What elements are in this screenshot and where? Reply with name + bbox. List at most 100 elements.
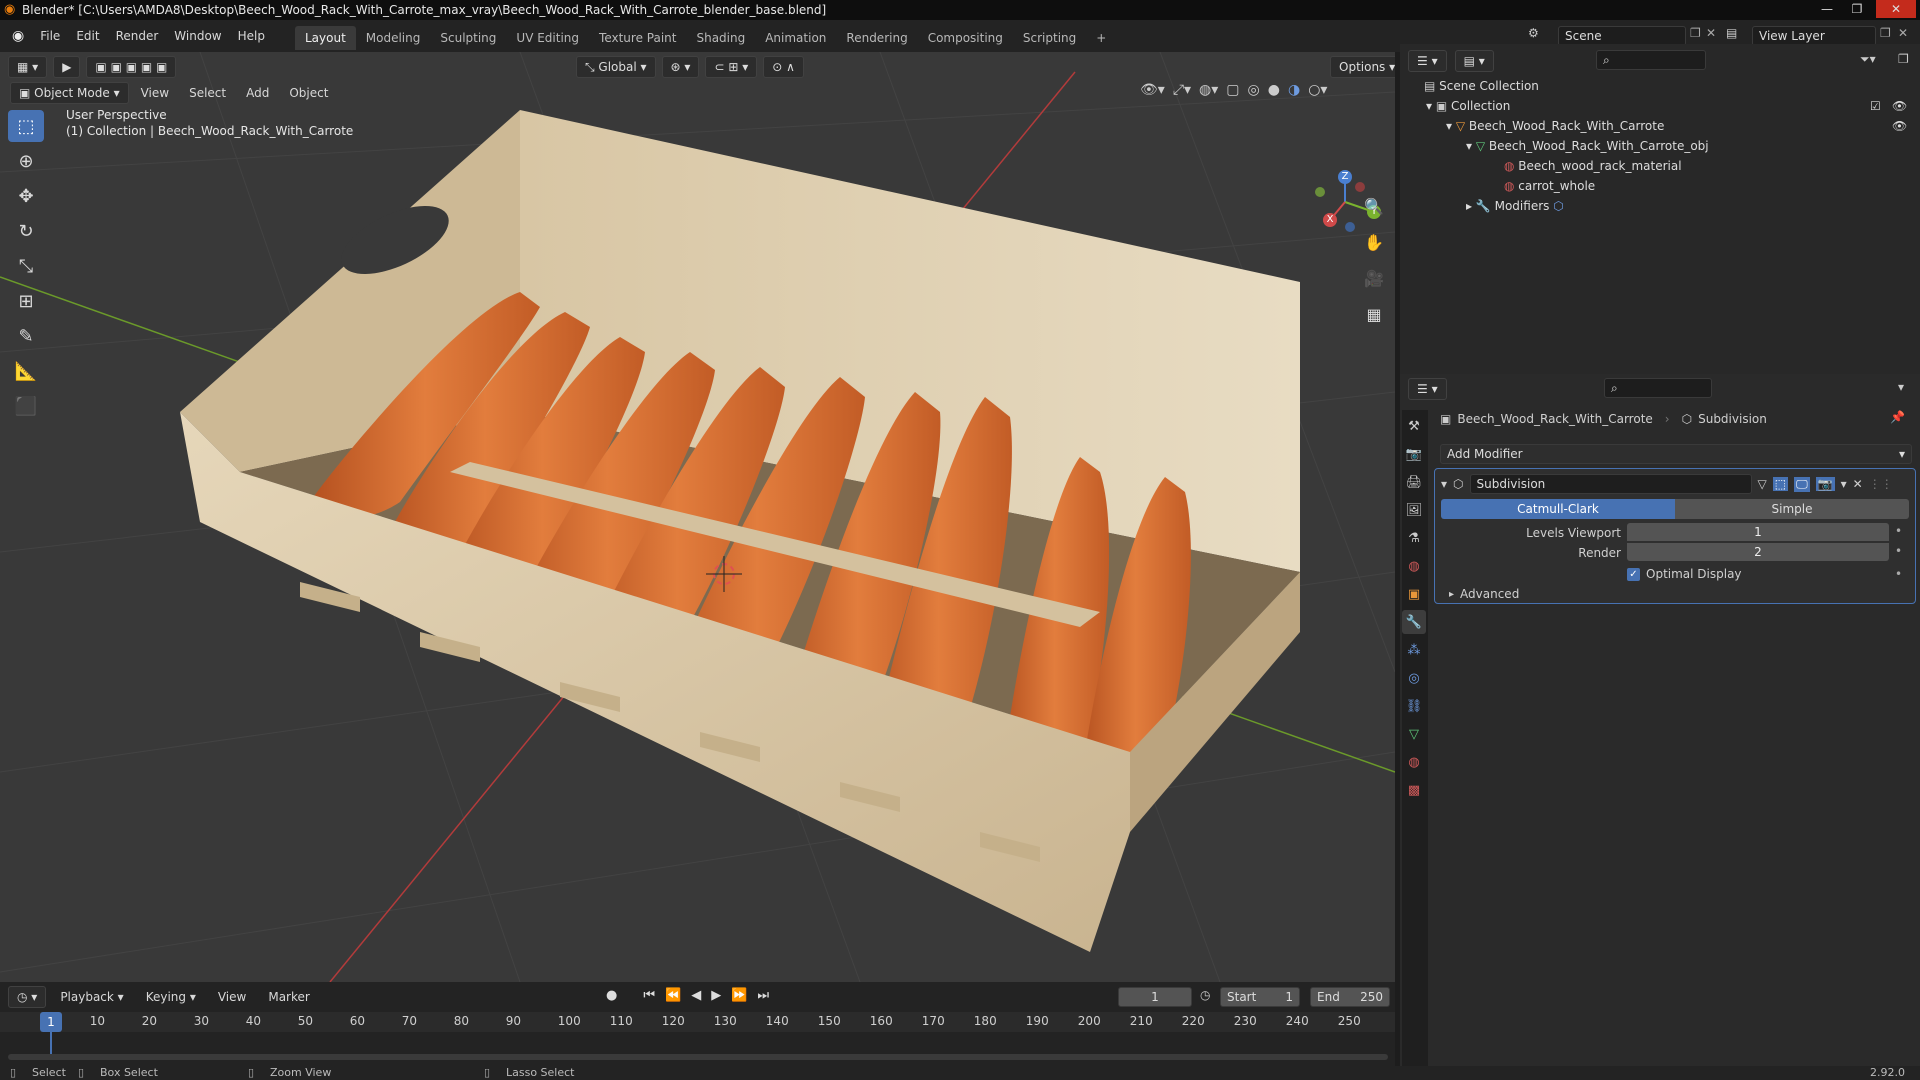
measure-tool-icon[interactable]: 📐 (8, 355, 44, 387)
pan-hand-icon[interactable]: ✋ (1360, 228, 1388, 256)
material-shading-icon[interactable]: ◑ (1288, 82, 1300, 98)
annotate-tool-icon[interactable]: ✎ (8, 320, 44, 352)
exclude-checkbox[interactable]: ☑ (1870, 96, 1881, 116)
timeline-menu-keying[interactable]: Keying ▾ (138, 986, 204, 1008)
outliner-display-mode-button[interactable]: ▤ ▾ (1454, 50, 1494, 72)
output-tab-icon[interactable]: 🖨 (1402, 470, 1426, 494)
add-cube-tool-icon[interactable]: ⬛ (8, 390, 44, 422)
tab-compositing[interactable]: Compositing (918, 26, 1013, 50)
snap-toggle[interactable]: ⊂ ⊞ ▾ (705, 56, 758, 78)
start-frame-field[interactable]: Start 1 (1220, 987, 1300, 1007)
render-levels-field[interactable]: 2 (1627, 543, 1889, 561)
close-button[interactable]: ✕ (1876, 0, 1916, 18)
timeline-editor-type-button[interactable]: ◷ ▾ (8, 986, 47, 1008)
new-view-layer-icon[interactable]: ❐ (1880, 26, 1891, 40)
end-frame-field[interactable]: End 250 (1310, 987, 1390, 1007)
menu-file[interactable]: File (32, 20, 68, 52)
delete-view-layer-icon[interactable]: ✕ (1898, 26, 1908, 40)
zoom-icon[interactable]: 🔍 (1360, 192, 1388, 220)
modifier-tab-icon[interactable]: 🔧 (1402, 610, 1426, 634)
viewport-menu-view[interactable]: View (133, 77, 177, 109)
tab-modeling[interactable]: Modeling (356, 26, 431, 50)
new-scene-icon[interactable]: ❐ (1690, 26, 1701, 40)
tool-tab-icon[interactable]: ⚒ (1402, 414, 1426, 438)
expand-arrow-icon[interactable]: ▾ (1466, 139, 1476, 153)
outliner-item-modifiers[interactable]: ▸ 🔧 Modifiers ⬡ (1466, 196, 1564, 216)
particles-tab-icon[interactable]: ⁂ (1402, 638, 1426, 662)
pivot-point-dropdown[interactable]: ⊛ ▾ (661, 56, 700, 78)
timeline-editor[interactable]: ◷ ▾ Playback ▾ Keying ▾ View Marker ● ⏮ … (0, 982, 1395, 1066)
proportional-edit-toggle[interactable]: ⊙ ∧ (763, 56, 804, 78)
playhead[interactable]: 1 (40, 1012, 62, 1032)
physics-tab-icon[interactable]: ◎ (1402, 666, 1426, 690)
jump-end-icon[interactable]: ⏭ (757, 988, 769, 1003)
rotate-tool-icon[interactable]: ↻ (8, 215, 44, 247)
frame-ruler[interactable]: 10 20 30 40 50 60 70 80 90 100 110 120 130 140 150 160 1… (0, 1012, 1395, 1032)
select-box-modes[interactable]: ▣ ▣ ▣ ▣ ▣ (86, 56, 177, 78)
gizmo-toggle-icon[interactable]: ⤢▾ (1173, 82, 1191, 98)
stopwatch-icon[interactable]: ◷ (1200, 988, 1210, 1002)
menu-edit[interactable]: Edit (68, 20, 107, 52)
scale-tool-icon[interactable]: ⤡ (8, 250, 44, 282)
viewport-menu-add[interactable]: Add (238, 77, 277, 109)
select-mode-button[interactable]: ▶ (53, 56, 81, 78)
modifier-name-field[interactable]: Subdivision (1469, 474, 1752, 494)
wireframe-shading-icon[interactable]: ◎ (1248, 82, 1260, 98)
timeline-menu-playback[interactable]: Playback ▾ (52, 986, 131, 1008)
visibility-eye-icon[interactable]: 👁 (1892, 116, 1907, 136)
viewport-toggle-icon[interactable]: 🖵 (1794, 476, 1810, 492)
object-tab-icon[interactable]: ▣ (1402, 582, 1426, 606)
transform-tool-icon[interactable]: ⊞ (8, 285, 44, 317)
keyframe-dot-icon[interactable]: • (1895, 567, 1902, 581)
timeline-scrollbar[interactable] (8, 1054, 1388, 1060)
keyframe-dot-icon[interactable]: • (1895, 544, 1902, 558)
solid-shading-icon[interactable]: ● (1268, 82, 1280, 98)
jump-start-icon[interactable]: ⏮ (643, 988, 655, 1003)
visibility-eye-icon[interactable]: 👁 (1892, 96, 1907, 116)
timeline-menu-marker[interactable]: Marker (260, 986, 317, 1008)
expand-arrow-icon[interactable]: ▾ (1446, 119, 1456, 133)
move-tool-icon[interactable]: ✥ (8, 180, 44, 212)
modifier-menu-chevron-icon[interactable]: ▾ (1841, 477, 1847, 491)
maximize-button[interactable]: ❐ (1844, 0, 1870, 18)
menu-render[interactable]: Render (108, 20, 167, 52)
overlay-toggle-icon[interactable]: ◍▾ (1199, 82, 1218, 98)
rendered-shading-icon[interactable]: ○▾ (1308, 82, 1327, 98)
new-collection-icon[interactable]: ❐ (1898, 52, 1909, 66)
add-workspace-button[interactable]: + (1086, 26, 1116, 50)
filter-icon[interactable]: ⏷▾ (1860, 52, 1876, 67)
tab-scripting[interactable]: Scripting (1013, 26, 1086, 50)
play-icon[interactable]: ▶ (711, 988, 721, 1003)
tab-texture-paint[interactable]: Texture Paint (589, 26, 686, 50)
expand-arrow-icon[interactable]: ▸ (1466, 199, 1476, 213)
remove-modifier-icon[interactable]: ✕ (1853, 477, 1863, 491)
menu-help[interactable]: Help (230, 20, 273, 52)
visibility-icon[interactable]: 👁▾ (1140, 82, 1165, 98)
xray-toggle-icon[interactable]: ▢ (1226, 82, 1239, 98)
keyframe-dot-icon[interactable]: • (1895, 524, 1902, 538)
viewport-menu-select[interactable]: Select (181, 77, 234, 109)
record-icon[interactable]: ● (606, 988, 617, 1003)
outliner-item-mesh[interactable]: ▾ ▽ Beech_Wood_Rack_With_Carrote_obj (1466, 136, 1709, 156)
optimal-display-checkbox[interactable]: ✓ (1627, 567, 1640, 581)
outliner-item-object[interactable]: ▾ ▽ Beech_Wood_Rack_With_Carrote 👁 (1446, 116, 1916, 136)
outliner-scene-collection[interactable]: ▤ Scene Collection (1424, 76, 1539, 96)
outliner-item-material-wood[interactable]: ◍ Beech_wood_rack_material (1504, 156, 1682, 176)
prev-keyframe-icon[interactable]: ⏪ (665, 988, 681, 1003)
texture-tab-icon[interactable]: ▩ (1402, 778, 1426, 802)
tab-sculpting[interactable]: Sculpting (430, 26, 506, 50)
current-frame-field[interactable]: 1 (1118, 987, 1192, 1007)
camera-view-icon[interactable]: 🎥 (1360, 264, 1388, 292)
3d-viewport[interactable]: Z Y X ▦ ▾ ▶ ▣ ▣ ▣ ▣ ▣ ⤡ Global ▾ ⊛ ▾ ⊂ ⊞… (0, 52, 1395, 982)
minimize-button[interactable]: — (1814, 0, 1840, 18)
transform-orientation-dropdown[interactable]: ⤡ Global ▾ (576, 56, 656, 78)
menu-window[interactable]: Window (166, 20, 229, 52)
render-tab-icon[interactable]: 📷 (1402, 442, 1426, 466)
tab-uv-editing[interactable]: UV Editing (506, 26, 589, 50)
add-modifier-dropdown[interactable]: Add Modifier ▾ (1440, 444, 1912, 464)
on-cage-icon[interactable]: ▽ (1758, 477, 1767, 491)
properties-editor-type-button[interactable]: ☰ ▾ (1408, 378, 1447, 400)
cursor-tool-icon[interactable]: ⊕ (8, 145, 44, 177)
catmull-clark-button[interactable]: Catmull-Clark (1441, 499, 1675, 519)
scene-selector[interactable]: Scene (1558, 26, 1686, 46)
